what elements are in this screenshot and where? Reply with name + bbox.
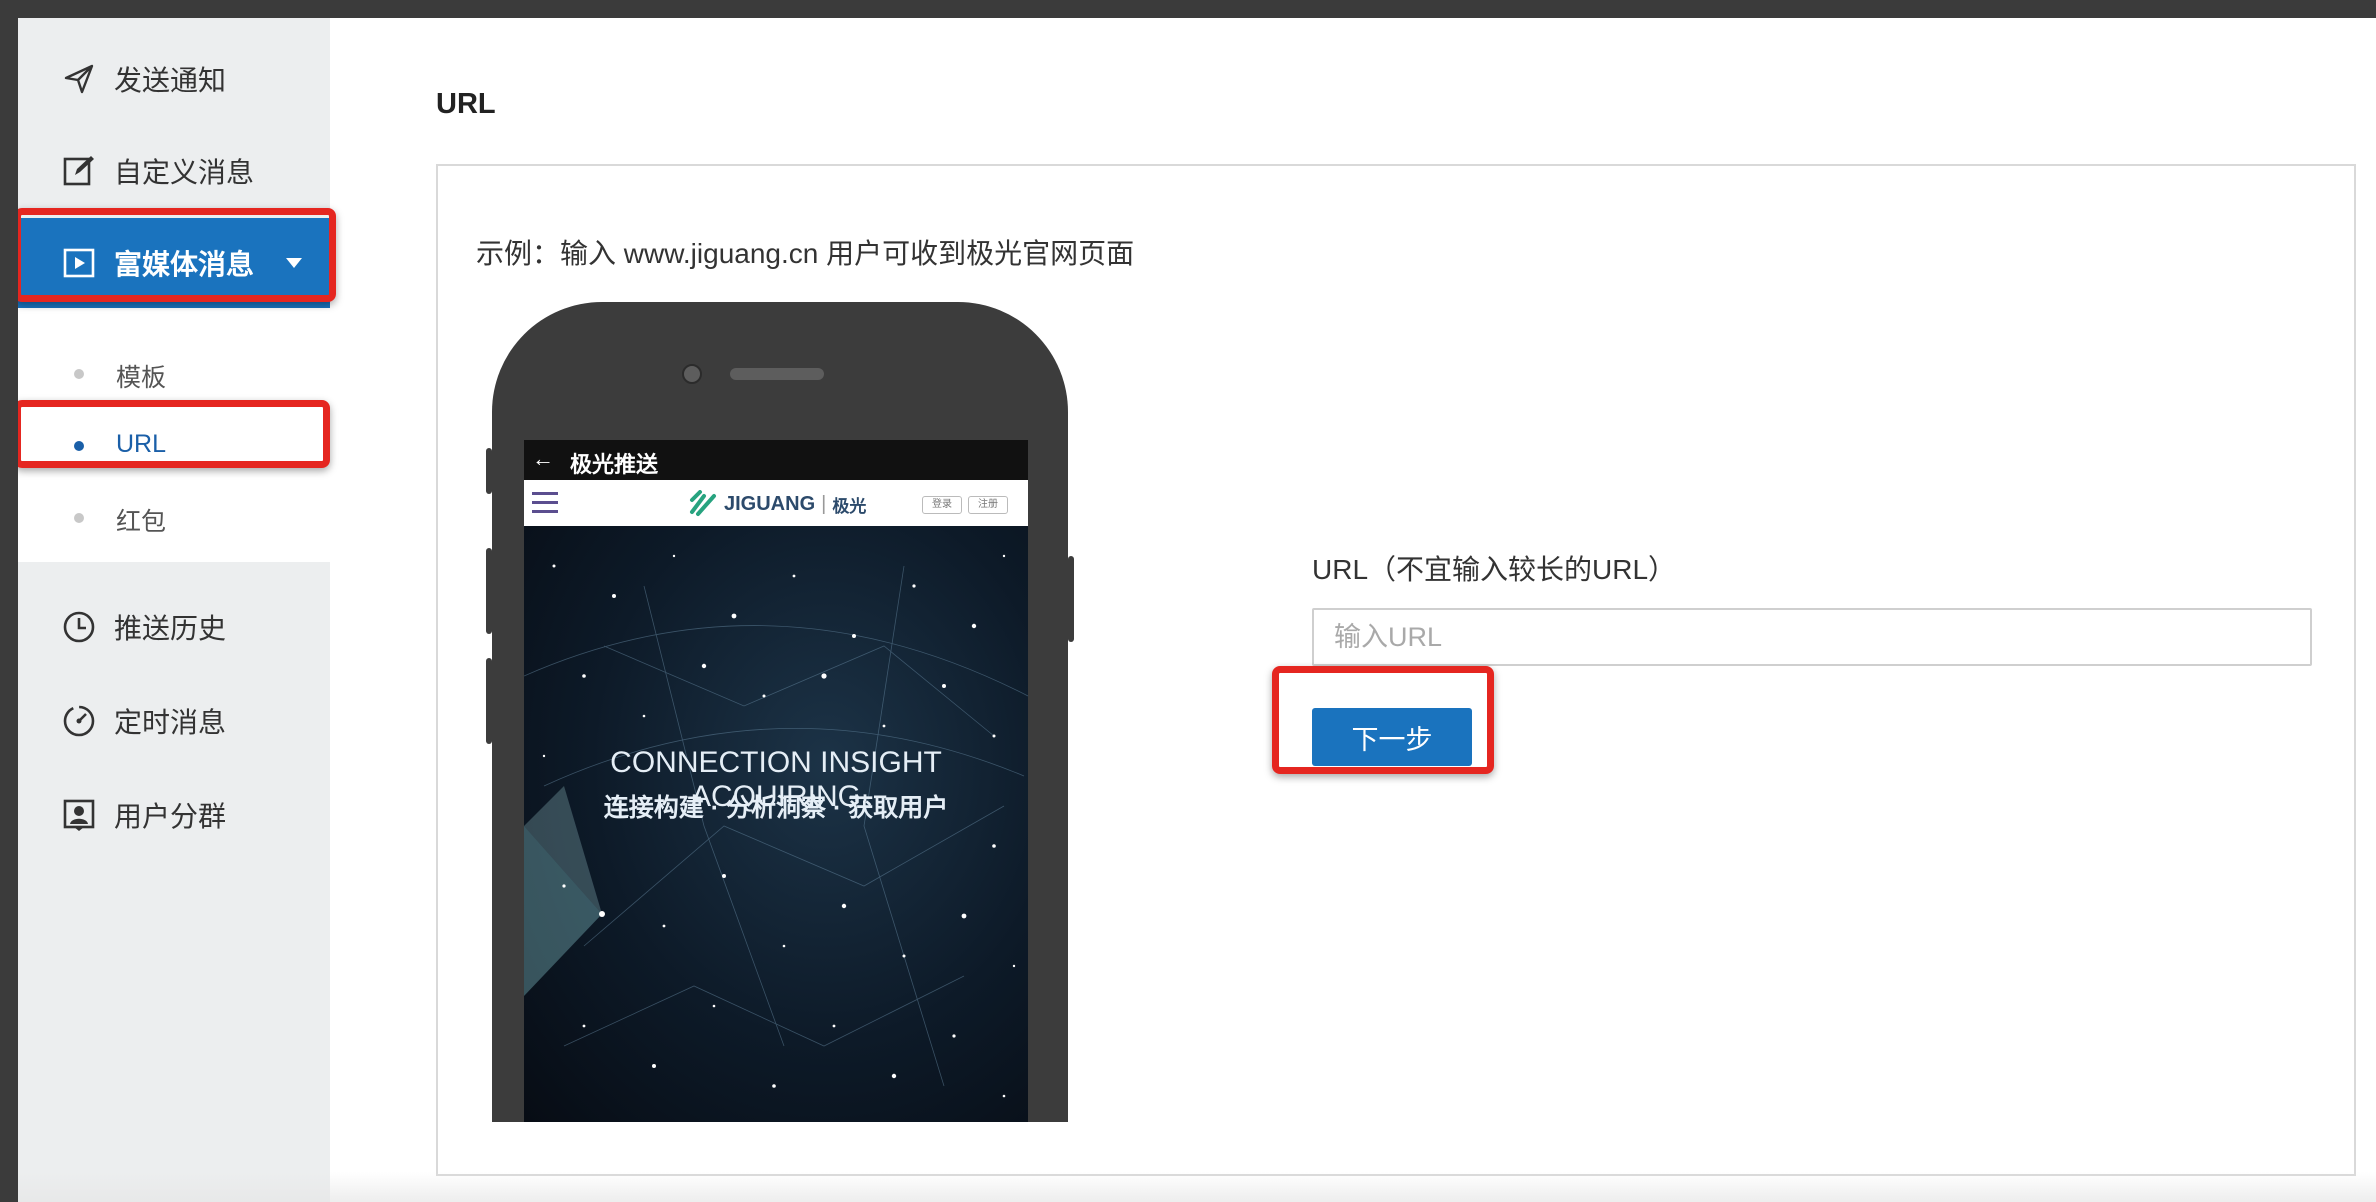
- sub-item-red-packet[interactable]: 红包: [18, 488, 330, 548]
- site-tagline-cn: 连接构建 · 分析洞察 · 获取用户: [603, 794, 949, 822]
- jiguang-logo-icon: [690, 490, 716, 516]
- nav-item-label: 富媒体消息: [114, 249, 255, 280]
- nav-item-label: 自定义消息: [114, 157, 255, 188]
- phone-site-header: JIGUANG | 极光 登录 注册: [524, 480, 1028, 526]
- hamburger-menu-icon: [532, 492, 558, 513]
- phone-power-button: [1068, 556, 1074, 642]
- nav-item-scheduled-message[interactable]: 定时消息: [18, 676, 330, 766]
- send-icon: [64, 64, 94, 94]
- next-step-button[interactable]: 下一步: [1312, 708, 1472, 766]
- brand-separator: |: [821, 492, 827, 515]
- brand-name-cn: 极光: [832, 496, 867, 516]
- timer-icon: [63, 705, 95, 737]
- edit-icon: [63, 156, 94, 186]
- nav-item-label: 推送历史: [114, 613, 227, 644]
- nav-item-label: 定时消息: [114, 707, 227, 738]
- url-field-label: URL（不宜输入较长的URL）: [1312, 554, 1677, 585]
- constellation-graphic: [524, 554, 1028, 1098]
- sub-item-url[interactable]: URL: [18, 416, 330, 476]
- nav-item-custom-message[interactable]: 自定义消息: [18, 126, 330, 216]
- phone-preview: ← 极光推送 JIGUANG | 极光 登录 注册 CONNECTION INS…: [492, 302, 1068, 1122]
- phone-app-title: 极光推送: [570, 452, 659, 477]
- speaker-icon: [730, 368, 824, 380]
- nav-item-label: 发送通知: [114, 65, 227, 96]
- chevron-down-icon[interactable]: [286, 258, 302, 268]
- url-input[interactable]: [1312, 608, 2312, 666]
- app-window: 发送通知 自定义消息 富媒体消息 模板 URL 红包 推送历史 定时消息 用户分…: [18, 18, 2376, 1202]
- nav-item-rich-media[interactable]: 富媒体消息: [18, 218, 330, 308]
- nav-item-user-groups[interactable]: 用户分群: [18, 770, 330, 860]
- sidebar: 发送通知 自定义消息 富媒体消息 模板 URL 红包 推送历史 定时消息 用户分…: [18, 18, 330, 1202]
- rich-media-submenu: 模板 URL 红包: [18, 308, 330, 562]
- camera-icon: [682, 364, 702, 384]
- phone-screen: ← 极光推送 JIGUANG | 极光 登录 注册 CONNECTION INS…: [524, 440, 1028, 1122]
- phone-mute-button: [486, 448, 492, 494]
- bullet-icon: [74, 513, 84, 523]
- bullet-icon: [74, 441, 84, 451]
- example-text: 示例：输入 www.jiguang.cn 用户可收到极光官网页面: [476, 238, 1135, 269]
- sub-item-label: 模板: [116, 364, 167, 392]
- site-login-button: 登录: [922, 496, 962, 514]
- sub-item-template[interactable]: 模板: [18, 344, 330, 404]
- brand-name: JIGUANG: [724, 492, 816, 515]
- jiguang-logo: JIGUANG | 极光: [688, 490, 866, 518]
- sub-item-label: 红包: [116, 508, 167, 536]
- nav-item-push-history[interactable]: 推送历史: [18, 582, 330, 672]
- site-register-button: 注册: [968, 496, 1008, 514]
- back-arrow-icon: ←: [532, 446, 554, 471]
- user-group-icon: [63, 799, 95, 831]
- play-icon: [63, 248, 95, 278]
- bottom-fade: [18, 1172, 2376, 1202]
- sub-item-label: URL: [116, 430, 167, 458]
- clock-icon: [63, 611, 95, 643]
- nav-item-send-notification[interactable]: 发送通知: [18, 34, 330, 124]
- nav-item-label: 用户分群: [114, 801, 227, 832]
- starfield-banner: CONNECTION INSIGHT ACQUIRING 连接构建 · 分析洞察…: [524, 526, 1028, 1122]
- phone-volume-up-button: [486, 548, 492, 634]
- page-title: URL: [436, 88, 496, 120]
- bullet-icon: [74, 369, 84, 379]
- phone-status-bar: ← 极光推送: [524, 440, 1028, 480]
- phone-volume-down-button: [486, 658, 492, 744]
